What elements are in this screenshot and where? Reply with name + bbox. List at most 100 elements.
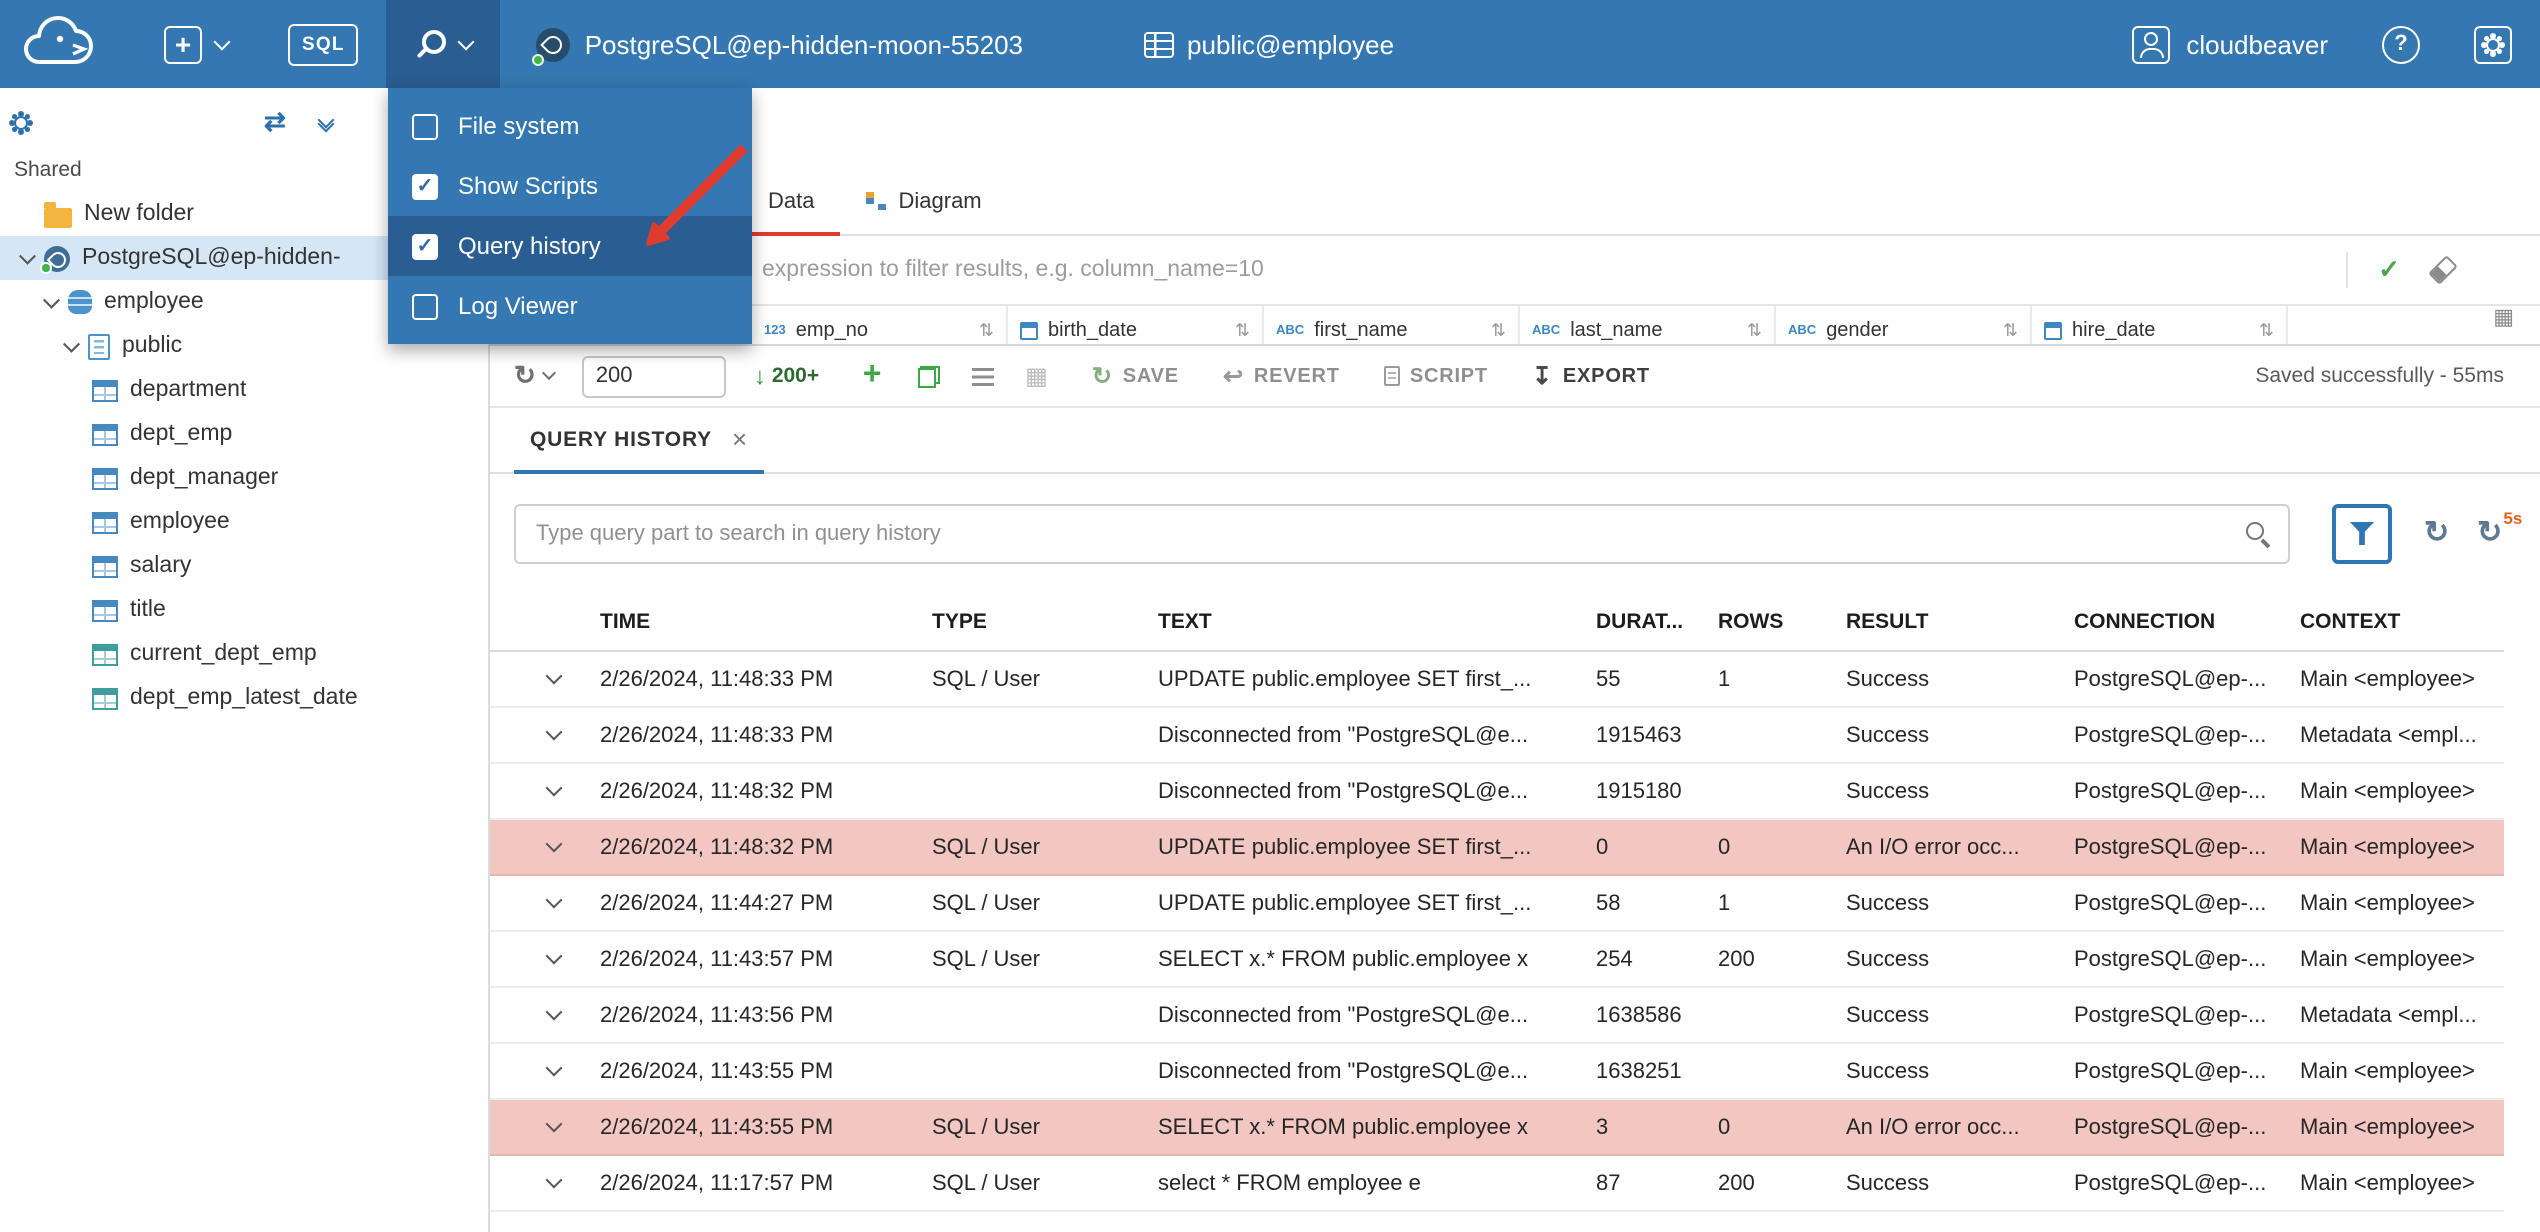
help-icon[interactable] <box>2382 25 2420 63</box>
expand-chevron-icon[interactable] <box>506 667 600 685</box>
query-history-row[interactable]: 2/26/2024, 11:48:32 PM SQL / User UPDATE… <box>490 820 2504 876</box>
sort-icon[interactable] <box>2003 319 2018 341</box>
delete-row-icon[interactable] <box>971 367 994 385</box>
menu-item[interactable]: Log Viewer <box>388 276 752 336</box>
query-history-row[interactable]: 2/26/2024, 11:17:57 PM SQL / User select… <box>490 1156 2504 1212</box>
tree-item[interactable]: employee <box>0 500 488 544</box>
user-avatar-icon[interactable] <box>2132 25 2171 63</box>
username-label[interactable]: cloudbeaver <box>2186 29 2328 59</box>
sort-icon[interactable] <box>1747 319 1762 341</box>
schema-selector[interactable]: public@employee <box>1127 0 1410 88</box>
refresh-icon[interactable] <box>2424 518 2449 548</box>
query-history-row[interactable]: 2/26/2024, 11:43:57 PM SQL / User SELECT… <box>490 932 2504 988</box>
menu-item[interactable]: Show Scripts <box>388 156 752 216</box>
script-button[interactable]: SCRIPT <box>1383 365 1488 387</box>
column-header[interactable]: CONNECTION <box>2074 609 2300 633</box>
clear-filter-icon[interactable] <box>2428 255 2458 285</box>
save-button[interactable]: SAVE <box>1092 362 1179 390</box>
expand-chevron-icon[interactable] <box>506 835 600 853</box>
fetch-more-button[interactable]: 200+ <box>754 358 819 394</box>
tree-item[interactable]: salary <box>0 544 488 588</box>
grid-column-header[interactable]: hire_date <box>2032 306 2288 344</box>
expand-chevron-icon[interactable] <box>506 1115 600 1133</box>
revert-button[interactable]: REVERT <box>1223 362 1340 390</box>
auto-refresh-icon[interactable]: 5s <box>2477 510 2522 548</box>
query-history-row[interactable]: 2/26/2024, 11:43:55 PM Disconnected from… <box>490 1044 2504 1100</box>
settings-button[interactable] <box>2474 25 2512 63</box>
export-button[interactable]: EXPORT <box>1532 362 1650 390</box>
new-object-button[interactable] <box>148 0 244 88</box>
sync-connections-icon[interactable] <box>264 104 286 140</box>
checkbox[interactable] <box>412 173 438 199</box>
column-header[interactable]: ROWS <box>1718 609 1846 633</box>
query-history-row[interactable]: 2/26/2024, 11:44:27 PM SQL / User UPDATE… <box>490 876 2504 932</box>
menu-item[interactable]: Query history <box>388 216 752 276</box>
expand-chevron-icon[interactable] <box>506 947 600 965</box>
expand-chevron-icon[interactable] <box>506 1003 600 1021</box>
column-header[interactable]: TYPE <box>932 609 1158 633</box>
filter-input[interactable]: expression to filter results, e.g. colum… <box>490 236 2540 304</box>
row-limit-input[interactable] <box>581 355 726 397</box>
sql-editor-button[interactable]: SQL <box>288 23 359 65</box>
tree-item[interactable]: dept_emp_latest_date <box>0 676 488 720</box>
search-icon[interactable] <box>2244 519 2272 547</box>
grid-column-header[interactable]: emp_no <box>752 306 1008 344</box>
tab-query-history[interactable]: QUERY HISTORY <box>514 408 764 474</box>
checkbox[interactable] <box>412 113 438 139</box>
chevron-down-icon[interactable] <box>56 335 88 351</box>
cell-connection: PostgreSQL@ep-... <box>2074 667 2267 691</box>
apply-filter-icon[interactable] <box>2378 252 2400 288</box>
add-row-icon[interactable] <box>859 363 885 389</box>
search-input[interactable] <box>514 503 2290 563</box>
chevron-down-icon[interactable] <box>36 291 68 307</box>
connection-selector[interactable]: PostgreSQL@ep-hidden-moon-55203 <box>513 0 1047 88</box>
column-header[interactable]: TEXT <box>1158 609 1596 633</box>
query-history-row[interactable]: 2/26/2024, 11:48:33 PM Disconnected from… <box>490 708 2504 764</box>
checkbox[interactable] <box>412 293 438 319</box>
chevron-down-icon <box>541 365 556 381</box>
tree-item[interactable]: current_dept_emp <box>0 632 488 676</box>
menu-item[interactable]: File system <box>388 96 752 156</box>
sort-icon[interactable] <box>1235 319 1250 341</box>
column-type-icon <box>764 323 786 337</box>
grid-settings-icon[interactable] <box>2493 308 2514 330</box>
expand-chevron-icon[interactable] <box>506 779 600 797</box>
sort-icon[interactable] <box>979 319 994 341</box>
query-history-row[interactable]: 2/26/2024, 11:48:32 PM Disconnected from… <box>490 764 2504 820</box>
tree-item[interactable]: dept_manager <box>0 456 488 500</box>
chevron-down-icon[interactable] <box>12 247 44 263</box>
column-header[interactable]: RESULT <box>1846 609 2074 633</box>
collapse-all-icon[interactable] <box>317 111 335 133</box>
refresh-button[interactable] <box>514 358 556 394</box>
grouping-panel-icon[interactable] <box>1025 358 1048 394</box>
cell-type: SQL / User <box>932 891 1040 915</box>
column-header[interactable]: CONTEXT <box>2300 609 2504 633</box>
checkbox[interactable] <box>412 233 438 259</box>
grid-column-header[interactable]: first_name <box>1264 306 1520 344</box>
column-header[interactable]: TIME <box>600 609 932 633</box>
tree-item[interactable]: dept_emp <box>0 412 488 456</box>
grid-column-header[interactable]: last_name <box>1520 306 1776 344</box>
grid-column-header[interactable]: gender <box>1776 306 2032 344</box>
expand-chevron-icon[interactable] <box>506 891 600 909</box>
sort-icon[interactable] <box>1491 319 1506 341</box>
editor-tab[interactable]: Data <box>742 168 842 236</box>
expand-chevron-icon[interactable] <box>506 1059 600 1077</box>
sidebar-settings-icon[interactable] <box>14 115 28 129</box>
expand-chevron-icon[interactable] <box>506 1171 600 1189</box>
grid-column-header[interactable]: birth_date <box>1008 306 1264 344</box>
query-history-row[interactable]: 2/26/2024, 11:43:56 PM Disconnected from… <box>490 988 2504 1044</box>
expand-chevron-icon[interactable] <box>506 723 600 741</box>
sort-icon[interactable] <box>2259 319 2274 341</box>
tools-menu-button[interactable] <box>386 0 501 88</box>
tree-item-label: employee <box>130 510 230 534</box>
tree-item[interactable]: title <box>0 588 488 632</box>
column-header[interactable]: DURAT... <box>1596 609 1718 633</box>
filter-button[interactable] <box>2332 503 2392 563</box>
query-history-row[interactable]: 2/26/2024, 11:43:55 PM SQL / User SELECT… <box>490 1100 2504 1156</box>
editor-tab[interactable]: Diagram <box>841 168 1008 234</box>
duplicate-row-icon[interactable] <box>917 365 940 387</box>
tree-item[interactable]: department <box>0 368 488 412</box>
query-history-row[interactable]: 2/26/2024, 11:48:33 PM SQL / User UPDATE… <box>490 652 2504 708</box>
close-icon[interactable] <box>732 427 748 454</box>
